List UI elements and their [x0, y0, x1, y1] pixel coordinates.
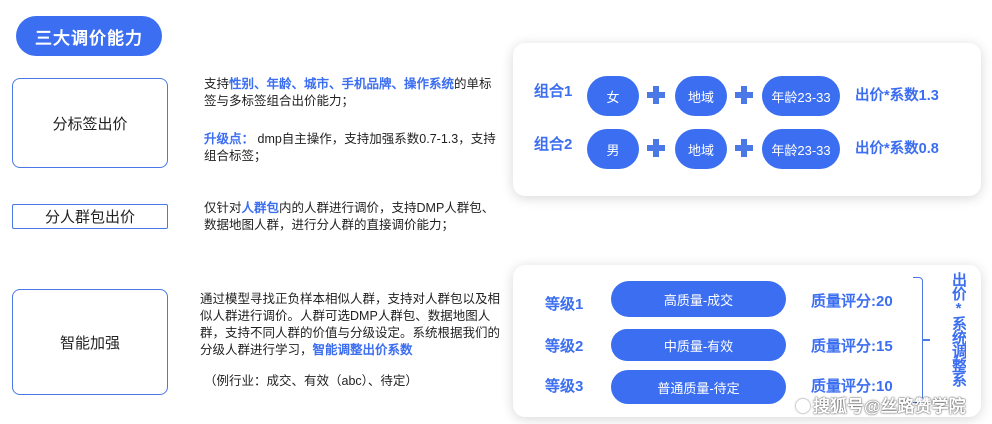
- label-bid-description: 支持性别、年龄、城市、手机品牌、操作系统的单标签与多标签组合出价能力；: [204, 76, 504, 110]
- smart-description: 通过模型寻找正负样本相似人群，支持对人群包以及相似人群进行调价。人群可选DMP人…: [200, 291, 506, 359]
- desc-highlight: 性别、年龄、城市、手机品牌、操作系统: [229, 77, 455, 91]
- plus-icon: [735, 86, 753, 104]
- watermark-text: 搜狐号@丝路赞学院: [813, 397, 966, 416]
- crowd-bid-description: 仅针对人群包内的人群进行调价，支持DMP人群包、数据地图人群，进行分人群的直接调…: [204, 200, 504, 234]
- combo-label: 组合1: [534, 83, 573, 100]
- combo-chip: 女: [587, 76, 639, 116]
- capability-label: 分人群包出价: [44, 209, 135, 226]
- combo-panel: [513, 43, 981, 196]
- level-label: 等级1: [545, 296, 584, 313]
- level-label: 等级2: [545, 338, 584, 355]
- desc-highlight: 智能调整出价系数: [312, 343, 413, 357]
- capability-crowd-bid: 分人群包出价: [12, 204, 168, 229]
- plus-icon: [735, 139, 753, 157]
- plus-icon: [647, 86, 665, 104]
- level-chip: 普通质量-待定: [611, 370, 786, 404]
- smart-example: （例行业：成交、有效（abc）、待定）: [204, 374, 418, 388]
- combo-label: 组合2: [534, 136, 573, 153]
- desc-highlight: 人群包: [241, 201, 280, 215]
- level-score: 质量评分:15: [811, 338, 893, 355]
- desc-highlight: 升级点：: [204, 132, 255, 146]
- combo-chip: 年龄23-33: [762, 76, 840, 116]
- section-title: 三大调价能力: [16, 16, 162, 56]
- combo-bid: 出价*系数1.3: [855, 88, 939, 104]
- capability-smart: 智能加强: [12, 289, 168, 395]
- capability-label: 智能加强: [59, 334, 120, 352]
- upgrade-description: 升级点： dmp自主操作，支持加强系数0.7-1.3，支持组合标签；: [204, 131, 504, 165]
- desc-text: 仅针对: [204, 201, 242, 215]
- combo-chip: 年龄23-33: [762, 129, 840, 169]
- sohu-logo-icon: [796, 399, 810, 413]
- plus-icon: [647, 139, 665, 157]
- desc-text: 支持: [204, 77, 230, 91]
- watermark: 搜狐号@丝路赞学院: [796, 392, 966, 417]
- combo-chip: 地域: [675, 76, 727, 116]
- level-label: 等级3: [545, 378, 584, 395]
- combo-bid: 出价*系数0.8: [855, 141, 939, 157]
- level-score: 质量评分:20: [811, 293, 893, 310]
- combo-chip: 地域: [675, 129, 727, 169]
- level-chip: 中质量-有效: [611, 329, 786, 361]
- level-chip: 高质量-成交: [611, 281, 786, 317]
- capability-label-bid: 分标签出价: [12, 78, 168, 168]
- combo-chip: 男: [587, 129, 639, 169]
- capability-label: 分标签出价: [52, 115, 128, 133]
- bracket-tick: [922, 339, 930, 341]
